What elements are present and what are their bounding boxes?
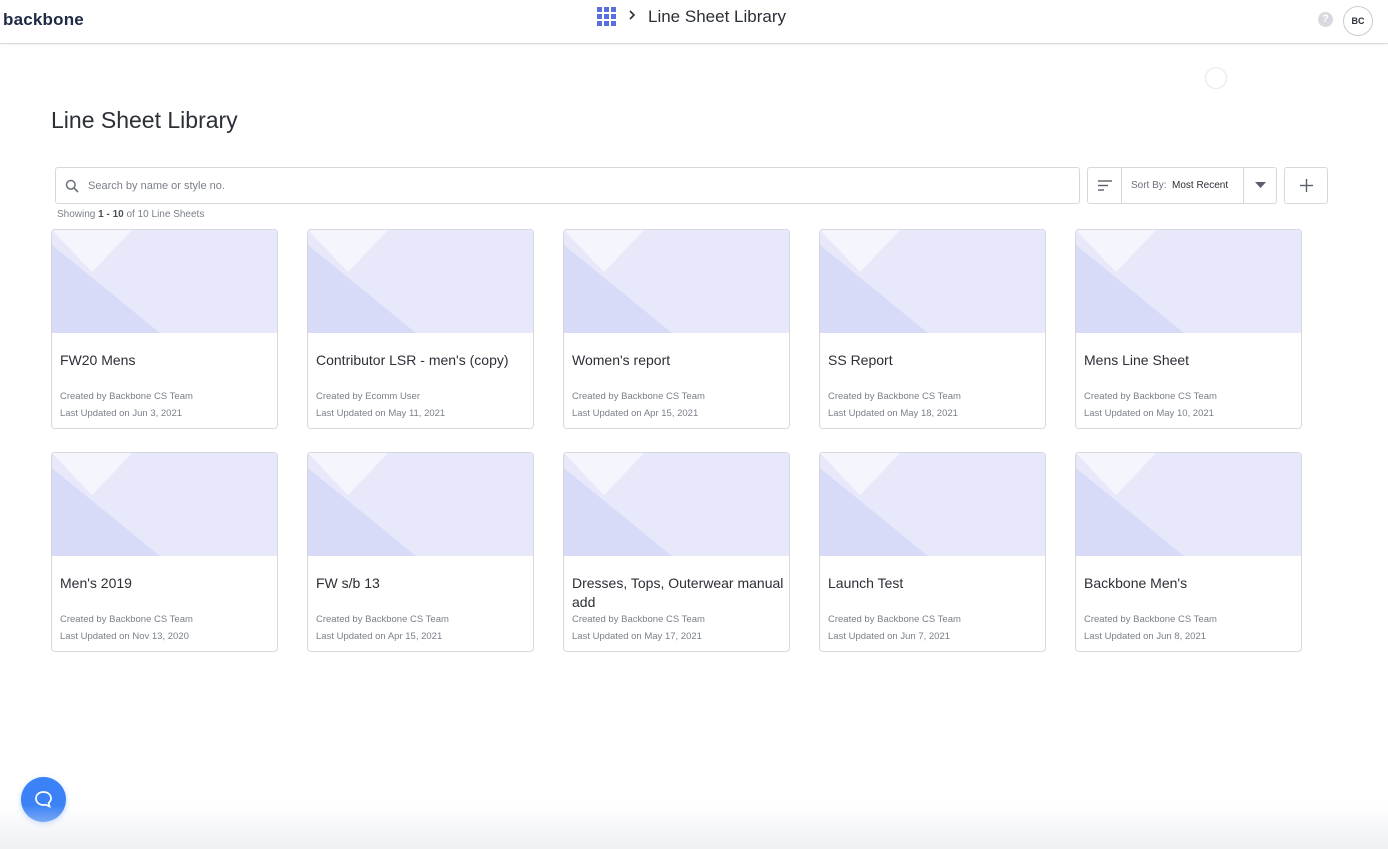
line-sheet-card[interactable]: FW s/b 13 Created by Backbone CS Team Last… — [307, 452, 534, 652]
line-sheet-card[interactable]: FW20 Mens Created by Backbone CS Team Last… — [51, 229, 278, 429]
card-creator: Created by Ecomm User — [316, 391, 421, 402]
card-title: Launch Test — [828, 575, 904, 591]
card-updated-date: Last Updated on Apr 15, 2021 — [572, 408, 699, 419]
line-sheet-thumbnail — [52, 230, 277, 333]
card-title: Women's report — [572, 352, 671, 368]
card-updated-date: Last Updated on Nov 13, 2020 — [60, 631, 189, 642]
sort-label: Sort By: — [1131, 180, 1167, 191]
add-line-sheet-button[interactable] — [1284, 167, 1328, 204]
search-box — [55, 167, 1080, 204]
card-updated-date: Last Updated on May 17, 2021 — [572, 631, 702, 642]
apps-grid-icon[interactable] — [597, 7, 616, 26]
line-sheet-card[interactable]: Women's report Created by Backbone CS Tea… — [563, 229, 790, 429]
card-creator: Created by Backbone CS Team — [1084, 614, 1217, 625]
page-title: Line Sheet Library — [51, 107, 238, 133]
caret-down-icon — [1255, 182, 1266, 188]
card-title: SS Report — [828, 352, 893, 368]
sort-dropdown-button[interactable] — [1243, 168, 1277, 203]
breadcrumb-title: Line Sheet Library — [648, 7, 786, 26]
card-title: FW s/b 13 — [316, 575, 380, 591]
card-updated-date: Last Updated on Jun 3, 2021 — [60, 408, 183, 419]
showing-suffix: of 10 Line Sheets — [126, 209, 205, 220]
card-updated-date: Last Updated on Jun 8, 2021 — [1084, 631, 1207, 642]
line-sheet-thumbnail — [52, 453, 277, 556]
card-updated-date: Last Updated on Jun 7, 2021 — [828, 631, 951, 642]
card-title: Men's 2019 — [60, 575, 132, 591]
card-updated-date: Last Updated on May 18, 2021 — [828, 408, 958, 419]
card-updated-date: Last Updated on Apr 15, 2021 — [316, 631, 443, 642]
line-sheet-card[interactable]: Men's 2019 Created by Backbone CS Team Las… — [51, 452, 278, 652]
line-sheet-thumbnail — [820, 453, 1045, 556]
line-sheet-thumbnail — [1076, 453, 1301, 556]
card-creator: Created by Backbone CS Team — [60, 391, 193, 402]
line-sheet-thumbnail — [564, 230, 789, 333]
line-sheet-thumbnail — [820, 230, 1045, 333]
line-sheet-card[interactable]: Dresses, Tops, Outerwear manual add Creat… — [563, 452, 790, 652]
card-updated-date: Last Updated on May 11, 2021 — [316, 408, 446, 419]
sort-control[interactable]: Sort By: Most Recent — [1087, 167, 1277, 204]
line-sheet-thumbnail — [1076, 230, 1301, 333]
line-sheet-thumbnail — [308, 230, 533, 333]
card-creator: Created by Backbone CS Team — [60, 614, 193, 625]
chevron-right-icon — [629, 10, 636, 20]
avatar[interactable]: BC — [1343, 6, 1373, 36]
line-sheet-grid: FW20 Mens Created by Backbone CS Team Last… — [51, 229, 1307, 652]
showing-prefix: Showing — [57, 209, 96, 220]
card-title: Dresses, Tops, Outerwear manual add — [572, 575, 784, 610]
line-sheet-card[interactable]: Mens Line Sheet Created by Backbone CS Te… — [1075, 229, 1302, 429]
line-sheet-thumbnail — [308, 453, 533, 556]
plus-icon — [1300, 179, 1313, 192]
bottom-fade — [0, 805, 1388, 849]
card-title: Contributor LSR - men's (copy) — [316, 352, 509, 368]
line-sheet-card[interactable]: SS Report Created by Backbone CS Team Last… — [819, 229, 1046, 429]
card-creator: Created by Backbone CS Team — [572, 614, 705, 625]
loading-spinner — [1205, 67, 1227, 89]
line-sheet-thumbnail — [564, 453, 789, 556]
card-title: FW20 Mens — [60, 352, 136, 368]
card-updated-date: Last Updated on May 10, 2021 — [1084, 408, 1214, 419]
filter-button[interactable] — [1088, 168, 1122, 203]
line-sheet-card[interactable]: Launch Test Created by Backbone CS Team La… — [819, 452, 1046, 652]
card-title: Mens Line Sheet — [1084, 352, 1190, 368]
line-sheet-card[interactable]: Contributor LSR - men's (copy) Created by… — [307, 229, 534, 429]
card-creator: Created by Backbone CS Team — [828, 391, 961, 402]
showing-range: 1 - 10 — [98, 209, 124, 220]
line-sheet-card[interactable]: Backbone Men's Created by Backbone CS Tea… — [1075, 452, 1302, 652]
card-creator: Created by Backbone CS Team — [316, 614, 449, 625]
card-creator: Created by Backbone CS Team — [828, 614, 961, 625]
top-bar: backbone Line Sheet Library ? BC — [0, 0, 1388, 44]
card-creator: Created by Backbone CS Team — [572, 391, 705, 402]
sort-value[interactable]: Most Recent — [1172, 180, 1228, 191]
search-icon — [65, 179, 79, 193]
filter-icon — [1098, 180, 1112, 191]
results-count: Showing 1 - 10 of 10 Line Sheets — [57, 209, 204, 220]
logo[interactable]: backbone — [3, 10, 84, 30]
card-title: Backbone Men's — [1084, 575, 1188, 591]
help-icon[interactable]: ? — [1318, 12, 1333, 27]
search-input[interactable] — [88, 169, 1068, 202]
card-creator: Created by Backbone CS Team — [1084, 391, 1217, 402]
